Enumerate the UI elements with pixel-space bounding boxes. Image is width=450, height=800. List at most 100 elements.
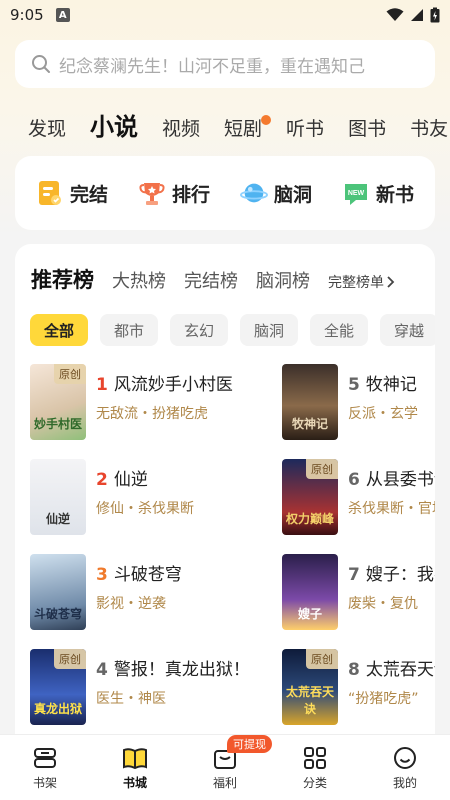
nav-rewards[interactable]: 可提现 福利 xyxy=(195,734,272,791)
book-item[interactable]: 牧神记 5 牧神记 反派・玄学 xyxy=(282,364,418,442)
book-tags: 反派・玄学 xyxy=(348,406,418,422)
book-item[interactable]: 原创权力巅峰 6从县委书记到权力巅峰杀伐果断・官场 xyxy=(282,459,435,537)
book-title-line: 5 牧神记 xyxy=(348,370,418,395)
quick-entry-ranking[interactable]: 排行 xyxy=(138,179,210,207)
withdraw-badge: 可提现 xyxy=(227,734,272,753)
svg-text:NEW: NEW xyxy=(348,190,365,197)
quick-entries: 完结 排行 脑洞 NEW 新书 xyxy=(15,156,435,230)
tab-channel[interactable]: 小说 xyxy=(88,107,139,150)
book-title-line: 2 仙逆 xyxy=(96,465,194,490)
tab-label: 视频 xyxy=(162,118,201,140)
channel-tabs: 发现 小说 视频 短剧 听书 图书 书友 xyxy=(0,104,450,150)
nav-label: 书城 xyxy=(122,775,147,790)
book-cover: 原创太荒吞天诀 xyxy=(282,649,338,725)
rank-number: 8 xyxy=(348,660,360,680)
bottom-navigation: 书架 书城 可提现 福利 分类 我的 xyxy=(0,734,450,800)
status-time: 9:05 xyxy=(10,6,44,24)
book-tags: 杀伐果断・官场 xyxy=(348,501,435,517)
book-info: 4 警报！真龙出狱！ 医生・神医 xyxy=(96,649,250,708)
signal-icon xyxy=(411,9,423,21)
nav-bookshelf[interactable]: 书架 xyxy=(15,745,75,791)
rank-number: 6 xyxy=(348,470,360,490)
book-info: 8太荒吞天诀 “扮猪吃虎” xyxy=(348,649,435,708)
search-bar[interactable]: 纪念蔡澜先生！山河不足重，重在遇知己 xyxy=(15,40,435,88)
tab-channel[interactable]: 听书 xyxy=(286,114,324,150)
book-info: 2 仙逆 修仙・杀伐果断 xyxy=(96,459,194,518)
profile-icon xyxy=(394,746,416,769)
cover-title: 仙逆 xyxy=(45,512,70,526)
ranking-card: 推荐榜 大热榜 完结榜 脑洞榜 完整榜单 全部 都市 玄幻 脑洞 全能 穿越 原创 妙手村医… xyxy=(15,244,435,744)
rank-number: 4 xyxy=(96,660,108,680)
tab-label: 听书 xyxy=(286,118,325,140)
book-tags: “扮猪吃虎” xyxy=(348,691,419,707)
ranking-tab-recommended[interactable]: 推荐榜 xyxy=(31,264,94,294)
book-cover: 原创 妙手村医 xyxy=(30,364,86,440)
rank-number: 3 xyxy=(96,565,108,585)
tab-label: 小说 xyxy=(90,113,139,141)
quick-entry-brainstorm[interactable]: 脑洞 xyxy=(239,179,312,207)
quick-entry-label: 完结 xyxy=(69,183,108,206)
ranking-tab-completed[interactable]: 完结榜 xyxy=(184,267,238,293)
battery-icon xyxy=(430,7,440,23)
genre-chip[interactable]: 玄幻 xyxy=(170,314,228,346)
book-info: 1 风流妙手小村医 无敌流・扮猪吃虎 xyxy=(96,364,233,423)
planet-icon xyxy=(239,179,268,207)
book-tags: 废柴・复仇 xyxy=(348,596,418,612)
book-item[interactable]: 斗破苍穹 3 斗破苍穹 影视・逆袭 xyxy=(30,554,182,632)
cover-title: 嫂子 xyxy=(297,607,322,621)
book-title-line: 6从县委书记到权力巅峰 xyxy=(348,465,435,490)
ranking-tab-brainstorm[interactable]: 脑洞榜 xyxy=(256,267,310,293)
completed-icon xyxy=(36,179,64,207)
nav-profile[interactable]: 我的 xyxy=(375,745,435,791)
book-title: 风流妙手小村医 xyxy=(113,375,233,395)
nav-bookstore[interactable]: 书城 xyxy=(105,745,165,791)
genre-chip[interactable]: 全能 xyxy=(310,314,368,346)
rank-number: 5 xyxy=(348,375,360,395)
cover-title: 太荒吞天诀 xyxy=(285,685,334,716)
quick-entry-label: 新书 xyxy=(375,183,414,206)
new-book-icon: NEW xyxy=(342,179,370,207)
search-placeholder: 纪念蔡澜先生！山河不足重，重在遇知己 xyxy=(59,56,365,77)
book-item[interactable]: 原创太荒吞天诀8太荒吞天诀“扮猪吃虎” xyxy=(282,649,435,727)
tab-channel[interactable]: 视频 xyxy=(162,114,200,150)
nav-label: 书架 xyxy=(32,775,57,790)
book-item[interactable]: 嫂子 7嫂子：我不想努力了废柴・复仇 xyxy=(282,554,435,632)
status-bar: 9:05 A xyxy=(0,0,450,30)
cover-title: 权力巅峰 xyxy=(285,512,334,526)
tab-label: 短剧 xyxy=(224,118,263,140)
ranking-tabs: 推荐榜 大热榜 完结榜 脑洞榜 完整榜单 xyxy=(31,264,396,294)
trophy-icon xyxy=(138,179,166,207)
book-cover: 原创 真龙出狱 xyxy=(30,649,86,725)
search-icon xyxy=(32,55,50,73)
book-title: 从县委书记到权力巅峰 xyxy=(365,470,435,490)
quick-entry-completed[interactable]: 完结 xyxy=(36,179,108,207)
quick-entry-label: 脑洞 xyxy=(273,183,312,206)
ranking-tab-hot[interactable]: 大热榜 xyxy=(112,267,166,293)
book-item[interactable]: 原创 真龙出狱 4 警报！真龙出狱！ 医生・神医 xyxy=(30,649,250,727)
genre-chip[interactable]: 穿越 xyxy=(380,314,435,346)
original-tag: 原创 xyxy=(306,459,338,479)
original-tag: 原创 xyxy=(306,649,338,669)
book-title: 太荒吞天诀 xyxy=(365,660,435,680)
tab-channel[interactable]: 短剧 xyxy=(224,114,272,150)
tab-channel[interactable]: 书友 xyxy=(410,114,448,150)
genre-chip[interactable]: 都市 xyxy=(100,314,158,346)
tab-channel[interactable]: 图书 xyxy=(348,114,386,150)
book-info: 6从县委书记到权力巅峰杀伐果断・官场 xyxy=(348,459,435,518)
rank-number: 7 xyxy=(348,565,360,585)
book-tags: 医生・神医 xyxy=(96,691,166,707)
quick-entry-new-books[interactable]: NEW 新书 xyxy=(342,179,414,207)
tab-channel[interactable]: 发现 xyxy=(28,114,66,150)
book-item[interactable]: 仙逆 2 仙逆 修仙・杀伐果断 xyxy=(30,459,194,537)
new-dot-indicator xyxy=(261,115,272,125)
genre-chip[interactable]: 脑洞 xyxy=(240,314,298,346)
nav-category[interactable]: 分类 xyxy=(285,745,345,791)
rank-number: 1 xyxy=(96,375,108,395)
book-title: 仙逆 xyxy=(113,470,148,490)
book-item[interactable]: 原创 妙手村医 1 风流妙手小村医 无敌流・扮猪吃虎 xyxy=(30,364,233,442)
book-info: 5 牧神记反派・玄学 xyxy=(348,364,418,423)
status-icons xyxy=(386,7,440,23)
genre-chip[interactable]: 全部 xyxy=(30,314,88,346)
full-ranking-label: 完整榜单 xyxy=(328,275,384,291)
full-ranking-link[interactable]: 完整榜单 xyxy=(328,272,396,292)
